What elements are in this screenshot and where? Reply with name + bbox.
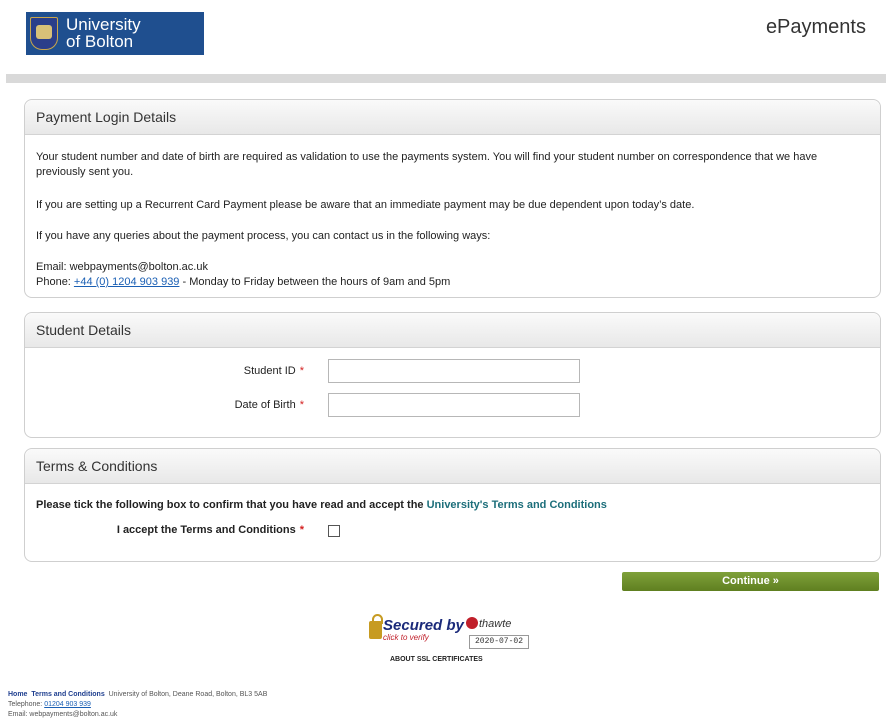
- accept-terms-text: I accept the Terms and Conditions: [116, 524, 296, 536]
- panel-title: Terms & Conditions: [25, 449, 880, 484]
- required-mark: *: [299, 365, 304, 377]
- continue-button[interactable]: Continue »: [622, 572, 879, 591]
- dob-input[interactable]: [328, 393, 580, 417]
- phone-prefix: Phone:: [36, 276, 74, 288]
- thawte-seal[interactable]: Secured by click to verify thawte 2020-0…: [369, 614, 529, 651]
- footer-address: University of Bolton, Deane Road, Bolton…: [108, 691, 268, 698]
- payment-login-panel: Payment Login Details Your student numbe…: [24, 99, 881, 298]
- panel-title: Student Details: [25, 313, 880, 348]
- accept-terms-checkbox[interactable]: [328, 525, 340, 537]
- accept-terms-label: I accept the Terms and Conditions *: [117, 524, 304, 536]
- logo-line2: of Bolton: [66, 32, 134, 51]
- footer-tel-link[interactable]: 01204 903 939: [44, 701, 91, 708]
- dob-text: Date of Birth: [234, 399, 296, 411]
- footer-line-1: Home Terms and Conditions University of …: [8, 690, 267, 699]
- student-id-label: Student ID *: [244, 365, 304, 377]
- info-paragraph-3: If you have any queries about the paymen…: [36, 230, 491, 242]
- seal-verify: click to verify: [383, 633, 429, 642]
- seal-date: 2020-07-02: [469, 635, 529, 649]
- contact-email: Email: webpayments@bolton.ac.uk: [36, 261, 208, 273]
- footer-home-link[interactable]: Home: [8, 691, 27, 698]
- student-id-input[interactable]: [328, 359, 580, 383]
- required-mark: *: [299, 524, 304, 536]
- terms-instruction-line: Please tick the following box to confirm…: [36, 498, 866, 513]
- student-details-panel: Student Details Student ID * Date of Birt…: [24, 312, 881, 438]
- footer-terms-link[interactable]: Terms and Conditions: [31, 691, 104, 698]
- contact-phone-line: Phone: +44 (0) 1204 903 939 - Monday to …: [36, 275, 846, 290]
- brand-title: ePayments: [765, 16, 866, 38]
- footer-email: Email: webpayments@bolton.ac.uk: [8, 711, 118, 718]
- swoosh-decoration: [133, 12, 204, 55]
- panel-title: Payment Login Details: [25, 100, 880, 135]
- info-paragraph-1: Your student number and date of birth ar…: [36, 151, 818, 178]
- padlock-icon: [369, 614, 383, 639]
- thawte-icon: [466, 617, 478, 629]
- info-paragraph-2: If you are setting up a Recurrent Card P…: [36, 199, 695, 211]
- crest-icon: [30, 17, 58, 50]
- student-id-text: Student ID: [243, 365, 296, 377]
- university-logo[interactable]: University of Bolton: [26, 12, 204, 55]
- seal-brand: thawte: [479, 618, 512, 630]
- terms-instruction: Please tick the following box to confirm…: [36, 499, 427, 511]
- terms-panel: Terms & Conditions Please tick the follo…: [24, 448, 881, 562]
- footer-line-2: Telephone: 01204 903 939: [8, 700, 91, 709]
- about-ssl-link[interactable]: ABOUT SSL CERTIFICATES: [390, 656, 483, 663]
- header-divider: [6, 74, 886, 83]
- footer-tel-prefix: Telephone:: [8, 701, 45, 708]
- dob-label: Date of Birth *: [235, 399, 304, 411]
- phone-suffix: - Monday to Friday between the hours of …: [179, 276, 451, 288]
- required-mark: *: [299, 399, 304, 411]
- seal-title: Secured by: [383, 617, 464, 634]
- terms-link[interactable]: University's Terms and Conditions: [427, 499, 607, 511]
- phone-link[interactable]: +44 (0) 1204 903 939: [74, 276, 180, 288]
